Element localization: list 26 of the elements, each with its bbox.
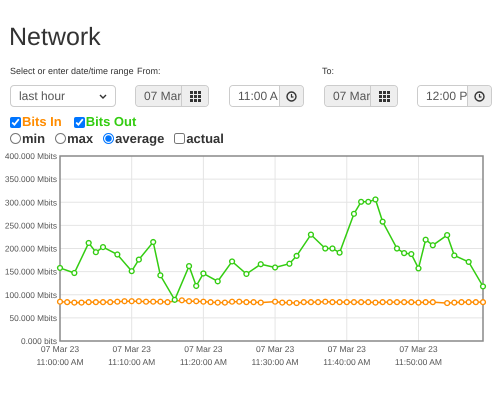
y-axis-label: 300.000 Mbits: [4, 197, 57, 208]
x-axis-label: 07 Mar 23 11:00:00 AM: [36, 344, 84, 367]
y-axis-label: 50.000 Mbits: [9, 312, 57, 323]
x-axis-label: 07 Mar 23 11:40:00 AM: [323, 344, 370, 367]
from-label: From:: [137, 66, 160, 76]
range-select[interactable]: last hour: [10, 85, 116, 107]
to-label: To:: [322, 65, 334, 78]
x-axis-label: 07 Mar 23 11:10:00 AM: [108, 344, 156, 367]
y-axis-label: 350.000 Mbits: [4, 174, 57, 184]
x-axis-label: 07 Mar 23 11:20:00 AM: [180, 344, 227, 367]
y-axis-label: 200.000 Mbits: [4, 244, 57, 254]
aggregation-label: average: [115, 130, 164, 148]
y-axis-label: 400.000 Mbits: [4, 151, 57, 161]
aggregation-label: max: [67, 130, 94, 148]
x-axis-label: 07 Mar 23 11:50:00 AM: [394, 344, 442, 367]
x-axis-label: 07 Mar 23 11:30:00 AM: [252, 344, 299, 367]
y-axis-label: 0.000 bits: [21, 336, 57, 346]
aggregation-label: min: [22, 130, 46, 148]
range-label: Select or enter date/time range: [10, 66, 134, 76]
series-label: Bits In: [22, 113, 62, 132]
y-axis-label: 100.000 Mbits: [4, 290, 57, 300]
series-label: Bits Out: [86, 113, 136, 132]
y-axis-label: 150.000 Mbits: [4, 266, 57, 277]
actual-label: actual: [186, 130, 224, 148]
page-title: Network: [9, 22, 101, 52]
y-axis-label: 250.000 Mbits: [4, 220, 57, 230]
